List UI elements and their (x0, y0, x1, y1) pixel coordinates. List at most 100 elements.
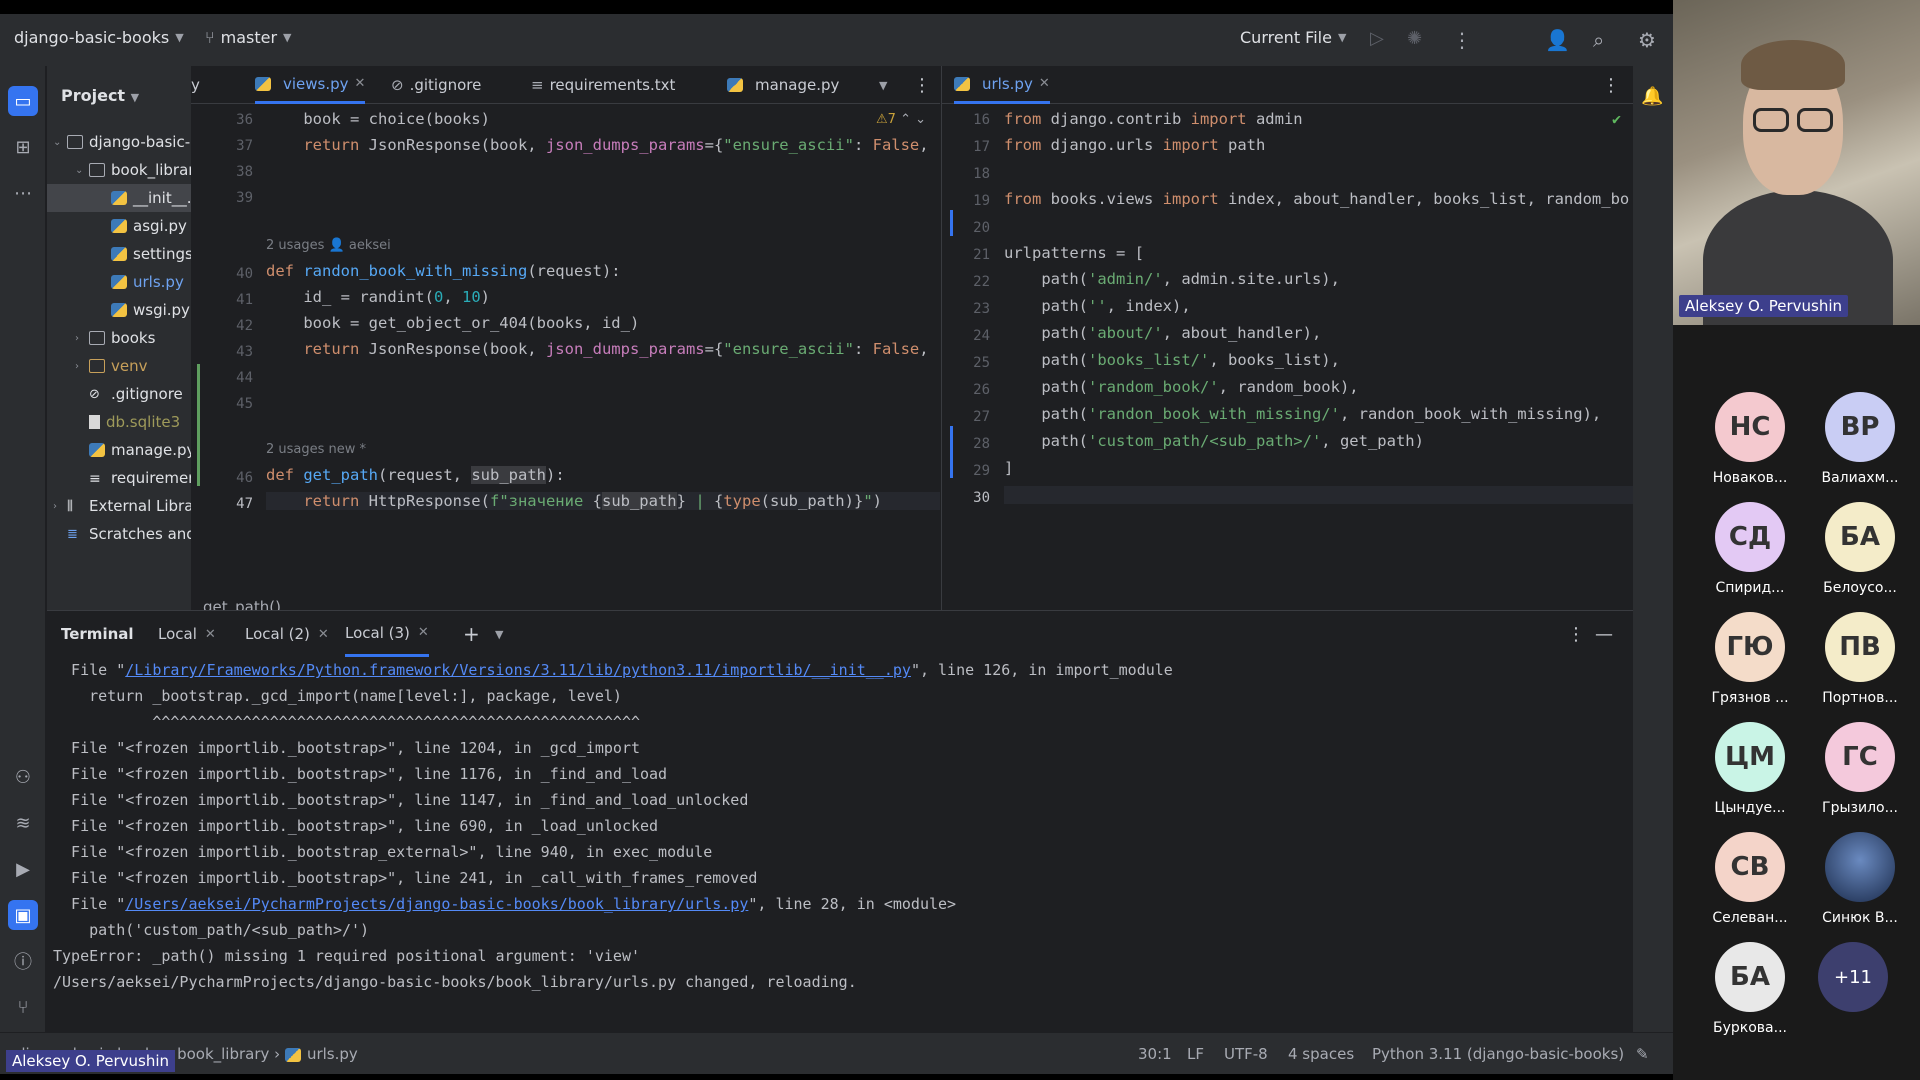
debug-icon[interactable]: ✺ (1407, 28, 1422, 49)
participant-tile[interactable]: БА Буркова... (1700, 942, 1800, 1036)
participant-tile[interactable]: БА Белоусо... (1810, 502, 1910, 596)
line-number: 30 (973, 490, 990, 506)
usages-hint[interactable]: 2 usages new * (266, 442, 366, 457)
tabs-dropdown[interactable]: ▼ (879, 66, 887, 104)
tree-item[interactable]: wsgi.py (47, 296, 191, 324)
settings-icon[interactable]: ⚙ (1638, 28, 1656, 52)
tab-manage-py[interactable]: manage.py (727, 66, 839, 104)
close-icon[interactable]: ✕ (205, 627, 216, 642)
line-separator[interactable]: LF (1187, 1045, 1204, 1063)
chevron-right-icon[interactable]: › (75, 361, 89, 372)
branch-selector[interactable]: ⑂ master ▼ (205, 28, 292, 47)
project-name: django-basic-books (14, 28, 170, 47)
speaker-video[interactable]: Aleksey O. Pervushin (1673, 0, 1920, 325)
python-console-icon[interactable]: ⚇ (8, 762, 38, 792)
cursor-position[interactable]: 30:1 (1138, 1045, 1172, 1063)
folder-icon[interactable]: ▭ (8, 86, 38, 116)
chevron-down-icon[interactable]: ▼ (495, 611, 503, 657)
git-icon[interactable]: ⑂ (8, 992, 38, 1022)
more-participants-button[interactable]: +11 (1818, 942, 1888, 1012)
more-icon[interactable]: ⋮ (1602, 66, 1620, 104)
avatar: СВ (1715, 832, 1785, 902)
tree-item[interactable]: settings (47, 240, 191, 268)
indent-setting[interactable]: 4 spaces (1288, 1045, 1354, 1063)
terminal-tab-local-2[interactable]: Local (2) ✕ (245, 611, 329, 657)
tab-gitignore[interactable]: ⊘ .gitignore (391, 66, 481, 104)
more-icon[interactable]: ⋮ (1567, 611, 1585, 657)
file-encoding[interactable]: UTF-8 (1224, 1045, 1268, 1063)
file-link[interactable]: /Users/aeksei/PycharmProjects/django-bas… (125, 895, 748, 913)
more-icon[interactable]: ⋮ (1452, 28, 1472, 52)
tree-item[interactable]: asgi.py (47, 212, 191, 240)
tree-item[interactable]: urls.py (47, 268, 191, 296)
problems-icon[interactable]: ⓘ (8, 946, 38, 976)
run-config-selector[interactable]: Current File ▼ (1240, 28, 1346, 47)
python-interpreter[interactable]: Python 3.11 (django-basic-books) (1372, 1045, 1624, 1063)
tree-item-label: manage.py (111, 441, 191, 459)
project-panel-title[interactable]: Project ▼ (61, 86, 139, 105)
close-icon[interactable]: ✕ (1039, 76, 1050, 91)
terminal-output[interactable]: File "/Library/Frameworks/Python.framewo… (53, 657, 1613, 1032)
warnings-indicator[interactable]: ⚠7 ⌃ ⌄ (876, 112, 926, 127)
terminal-tab-local-3[interactable]: Local (3) ✕ (345, 611, 429, 657)
lock-icon[interactable]: ✎ (1636, 1045, 1649, 1063)
tree-item[interactable]: › venv (47, 352, 191, 380)
run-icon[interactable]: ▷ (1370, 28, 1384, 49)
participant-tile[interactable]: СВ Селеван... (1700, 832, 1800, 926)
participant-tile[interactable]: СД Спирид... (1700, 502, 1800, 596)
notifications-icon[interactable]: 🔔 (1641, 86, 1663, 107)
participant-tile[interactable]: НС Новаков... (1700, 392, 1800, 486)
chevron-right-icon[interactable]: › (75, 333, 89, 344)
folder-icon (67, 135, 83, 149)
tree-item[interactable]: › ⫼ External Librar (47, 492, 191, 520)
more-tools-icon[interactable]: ⋯ (8, 178, 38, 208)
tree-item[interactable]: ≡ requiremer (47, 464, 191, 492)
more-icon[interactable]: ⋮ (913, 66, 931, 104)
code-area[interactable]: ⚠7 ⌃ ⌄ book = choice(books) return JsonR… (266, 104, 940, 586)
participant-tile[interactable]: ЦМ Цындуе... (1700, 722, 1800, 816)
file-icon: ⊘ (89, 387, 100, 402)
project-selector[interactable]: django-basic-books ▼ (14, 28, 184, 47)
line-number: 41 (236, 292, 253, 308)
participant-tile[interactable]: ГС Грызило... (1810, 722, 1910, 816)
tab-y[interactable]: y (191, 66, 200, 104)
add-tab-icon[interactable]: + (463, 611, 480, 657)
terminal-icon[interactable]: ▣ (8, 900, 38, 930)
code-area[interactable]: ✔ from django.contrib import admin from … (1004, 104, 1633, 586)
terminal-tab-local[interactable]: Local ✕ (158, 611, 216, 657)
tree-item[interactable]: › books (47, 324, 191, 352)
tree-item[interactable]: ⊘ .gitignore (47, 380, 191, 408)
python-file-icon (111, 247, 127, 261)
usages-hint[interactable]: 2 usages 👤 aeksei (266, 238, 391, 253)
tab-views-py[interactable]: views.py ✕ (255, 66, 366, 104)
close-icon[interactable]: ✕ (318, 627, 329, 642)
chevron-down-icon[interactable]: ⌄ (75, 165, 89, 176)
participant-tile[interactable]: Синюк В... (1810, 832, 1910, 926)
tree-item[interactable]: ≣ Scratches and (47, 520, 191, 548)
branch-name: master (220, 28, 278, 47)
search-icon[interactable]: ⌕ (1593, 28, 1604, 52)
tree-item[interactable]: db.sqlite3 (47, 408, 191, 436)
minimize-icon[interactable]: — (1595, 611, 1613, 657)
tree-item[interactable]: manage.py (47, 436, 191, 464)
chevron-down-icon[interactable]: ⌄ (53, 137, 67, 148)
services-icon[interactable]: ▶ (8, 854, 38, 884)
tree-item[interactable]: ⌄ book_librar (47, 156, 191, 184)
participant-tile[interactable]: ПВ Портнов... (1810, 612, 1910, 706)
add-user-icon[interactable]: 👤 (1545, 28, 1570, 52)
avatar: СД (1715, 502, 1785, 572)
tree-item[interactable]: __init__.p (47, 184, 191, 212)
structure-icon[interactable]: ⊞ (8, 132, 38, 162)
close-icon[interactable]: ✕ (418, 625, 429, 640)
participant-tile[interactable]: ГЮ Грязнов ... (1700, 612, 1800, 706)
file-link[interactable]: /Library/Frameworks/Python.framework/Ver… (125, 661, 911, 679)
layers-icon[interactable]: ≋ (8, 808, 38, 838)
line-number: 23 (973, 301, 990, 317)
chevron-right-icon[interactable]: › (53, 501, 67, 512)
tab-requirements[interactable]: ≡ requirements.txt (531, 66, 675, 104)
close-icon[interactable]: ✕ (355, 76, 366, 91)
folder-icon (89, 163, 105, 177)
tab-urls-py[interactable]: urls.py ✕ (954, 66, 1050, 104)
participant-tile[interactable]: ВР Валиахм... (1810, 392, 1910, 486)
tree-item[interactable]: ⌄ django-basic- (47, 128, 191, 156)
